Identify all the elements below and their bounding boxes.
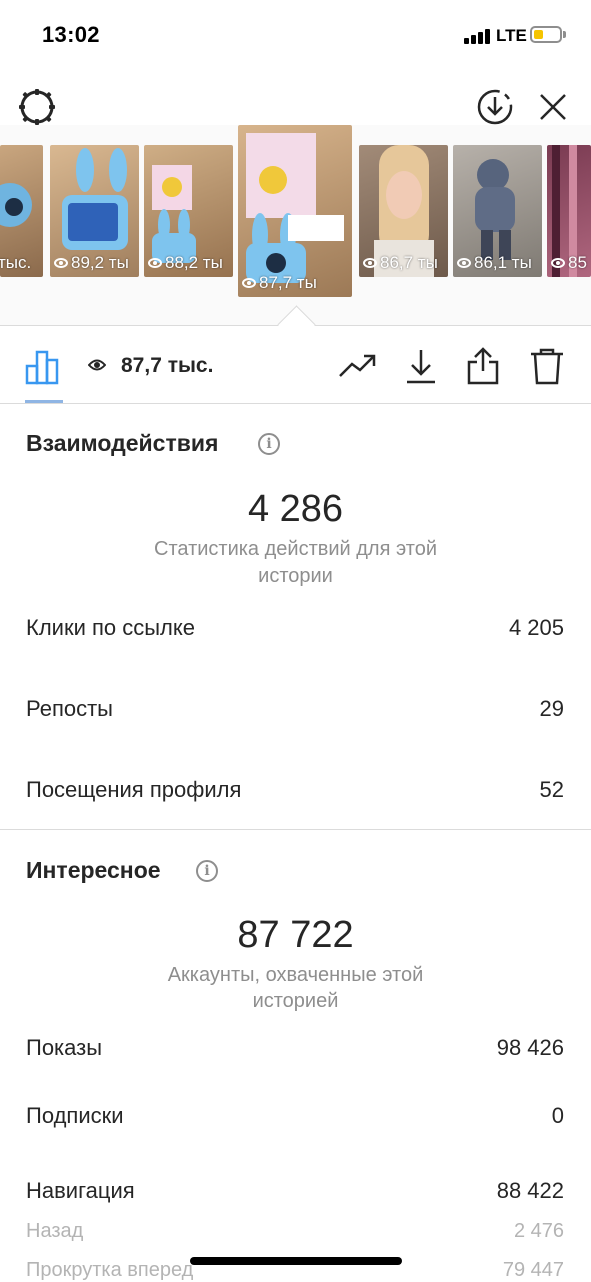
save-button[interactable] <box>401 346 441 386</box>
eye-icon <box>363 258 377 268</box>
trending-up-icon <box>339 354 376 377</box>
eye-icon <box>242 278 256 288</box>
story-views: 86,1 ты <box>474 253 532 272</box>
signal-icon <box>464 28 492 44</box>
interactions-caption-line2: истории <box>258 565 333 587</box>
battery-icon <box>530 26 562 43</box>
story-views: 89,2 ты <box>71 253 129 272</box>
settings-button[interactable] <box>17 87 57 127</box>
battery-cap <box>563 31 566 38</box>
download-circle-icon <box>477 89 513 125</box>
trash-icon <box>531 348 563 385</box>
link-clicks-value: 4 205 <box>508 615 564 640</box>
navigation-label: Навигация <box>26 1178 135 1203</box>
share-button[interactable] <box>463 346 503 386</box>
story-views: тыс. <box>0 253 32 272</box>
follows-label: Подписки <box>26 1103 124 1128</box>
story-thumbnail[interactable]: 88,2 ты <box>144 145 233 277</box>
eye-icon <box>54 258 68 268</box>
interactions-caption-line1: Статистика действий для этой <box>154 538 437 560</box>
share-icon <box>467 347 499 385</box>
impressions-label: Показы <box>26 1035 103 1060</box>
discovery-caption-line1: Аккаунты, охваченные этой <box>167 964 424 986</box>
back-value: 2 476 <box>513 1220 564 1242</box>
discovery-title: Интересное <box>26 857 161 883</box>
close-button[interactable] <box>533 87 573 127</box>
eye-icon <box>88 359 106 371</box>
discovery-total: 87 722 <box>237 914 354 956</box>
interactions-total: 4 286 <box>247 488 344 530</box>
download-archive-button[interactable] <box>475 87 515 127</box>
info-icon[interactable]: i <box>196 860 218 882</box>
story-views-count: 87,7 тыс. <box>121 354 214 377</box>
section-divider <box>0 829 591 830</box>
story-views: 87,7 ты <box>259 273 317 292</box>
follows-value: 0 <box>551 1103 564 1128</box>
back-label: Назад <box>26 1220 84 1242</box>
status-time: 13:02 <box>42 22 100 47</box>
discovery-caption-line2: историей <box>252 990 339 1012</box>
navigation-value: 88 422 <box>496 1178 564 1203</box>
profile-visits-value: 52 <box>539 777 564 802</box>
story-views: 85 <box>568 253 587 272</box>
story-views: 88,2 ты <box>165 253 223 272</box>
story-thumbnail[interactable]: тыс. <box>0 145 43 277</box>
bar-chart-icon <box>25 350 59 385</box>
interactions-title: Взаимодействия <box>26 430 219 456</box>
link-clicks-label: Клики по ссылке <box>26 615 195 640</box>
download-icon <box>407 350 435 384</box>
home-indicator[interactable] <box>190 1257 402 1265</box>
promote-button[interactable] <box>338 346 378 386</box>
eye-icon <box>457 258 471 268</box>
close-icon <box>540 94 566 120</box>
tab-insights[interactable] <box>24 346 64 386</box>
reposts-label: Репосты <box>26 696 113 721</box>
gear-icon <box>19 89 55 125</box>
eye-icon <box>148 258 162 268</box>
forward-value: 79 447 <box>502 1259 564 1281</box>
story-thumbnail[interactable]: 86,7 ты <box>359 145 448 277</box>
impressions-value: 98 426 <box>496 1035 564 1060</box>
story-thumbnail[interactable]: 85 <box>547 145 591 277</box>
story-thumbnail[interactable]: 86,1 ты <box>453 145 542 277</box>
delete-button[interactable] <box>527 346 567 386</box>
network-label: LTE <box>496 26 527 45</box>
story-thumbnail-selected[interactable]: 87,7 ты <box>238 125 352 297</box>
eye-icon <box>551 258 565 268</box>
info-icon[interactable]: i <box>258 433 280 455</box>
profile-visits-label: Посещения профиля <box>26 777 242 802</box>
story-thumbnail[interactable]: 89,2 ты <box>50 145 139 277</box>
forward-label: Прокрутка вперед <box>26 1259 194 1281</box>
thumbnail-image <box>246 133 344 283</box>
story-views: 86,7 ты <box>380 253 438 272</box>
reposts-value: 29 <box>539 696 564 721</box>
tab-indicator <box>25 400 63 403</box>
